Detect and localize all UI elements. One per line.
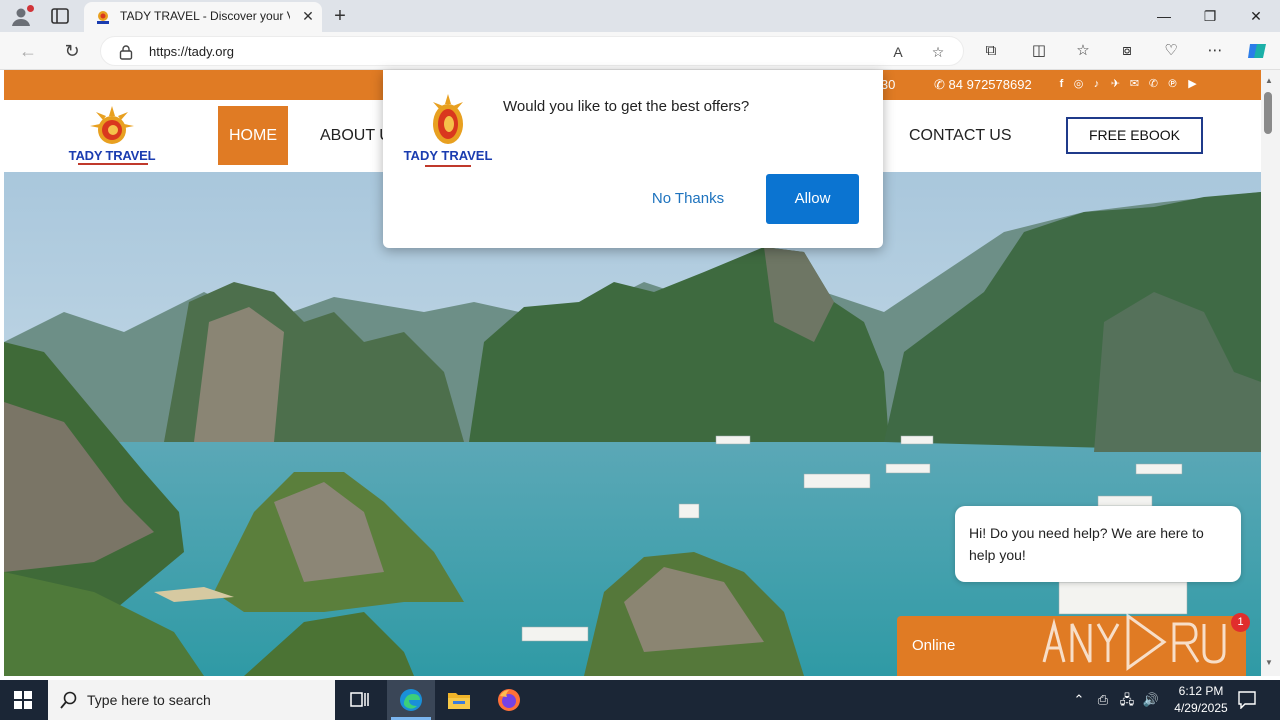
read-aloud-icon[interactable]: A [889, 43, 907, 61]
copilot-icon[interactable] [1246, 40, 1270, 62]
windows-start-icon[interactable] [14, 691, 32, 709]
sun-logo-icon [90, 106, 134, 144]
folder-icon [448, 693, 470, 709]
logo-tagline-bar [78, 163, 148, 165]
tab-title: TADY TRAVEL - Discover your Vie [120, 9, 290, 23]
tray-chevron-icon[interactable]: ⌃ [1070, 691, 1088, 709]
popup-sun-logo-icon [433, 94, 463, 144]
taskbar-search-box[interactable]: Type here to search [48, 680, 335, 720]
browser-titlebar: TADY TRAVEL - Discover your Vie ✕ + — ❐ … [0, 0, 1280, 32]
split-screen-icon[interactable]: ◫ [1029, 41, 1049, 61]
refresh-icon[interactable]: ↻ [61, 40, 83, 62]
phone-number[interactable]: ✆ 84 972578692 [934, 77, 1032, 93]
page-scrollbar[interactable]: ▲ ▼ [1261, 70, 1280, 676]
windows-taskbar: Type here to search ⌃ ⎙ 🖧 🔊 6:12 PM 4/29… [0, 680, 1280, 720]
notification-dot-icon [27, 5, 34, 12]
phone-number-text: 84 972578692 [948, 77, 1032, 92]
tab-actions-icon[interactable] [50, 7, 70, 25]
url-text[interactable]: https://tady.org [149, 44, 234, 59]
collections-icon[interactable]: ⧇ [1117, 41, 1137, 61]
clock-date[interactable]: 4/29/2025 [1166, 701, 1236, 715]
tiktok-icon[interactable]: ♪ [1090, 78, 1103, 91]
more-menu-icon[interactable]: ⋯ [1205, 41, 1225, 61]
file-explorer-app[interactable] [435, 680, 483, 720]
tray-device-icon[interactable]: ⎙ [1094, 691, 1112, 709]
favorite-star-icon[interactable]: ☆ [929, 43, 947, 61]
chat-unread-badge: 1 [1231, 613, 1250, 632]
chat-status: Online [912, 637, 956, 654]
edge-taskbar-app[interactable] [387, 680, 435, 720]
task-view-app[interactable] [336, 680, 384, 720]
restore-icon[interactable]: ❐ [1200, 6, 1220, 26]
phone-social-icon[interactable]: ✆ [1147, 78, 1160, 91]
nav-home[interactable]: HOME [218, 106, 288, 165]
lock-icon[interactable] [119, 44, 133, 60]
notification-center-icon[interactable] [1238, 691, 1256, 709]
facebook-icon[interactable]: f [1055, 78, 1068, 91]
pinterest-icon[interactable]: ℗ [1166, 78, 1179, 91]
twitter-icon[interactable]: ✈ [1109, 78, 1122, 91]
network-icon[interactable]: 🖧 [1118, 691, 1136, 709]
no-thanks-button[interactable]: No Thanks [633, 174, 743, 224]
popup-question: Would you like to get the best offers? [503, 98, 750, 115]
scroll-up-arrow-icon[interactable]: ▲ [1265, 76, 1273, 85]
edge-icon [400, 689, 422, 711]
nav-contact[interactable]: CONTACT US [898, 106, 1023, 165]
scroll-thumb[interactable] [1264, 92, 1272, 134]
popup-logo-bar [425, 165, 471, 167]
email-icon[interactable]: ✉ [1128, 78, 1141, 91]
anyrun-watermark-logo [1042, 613, 1226, 671]
popup-logo-text: TADY TRAVEL [403, 148, 493, 163]
youtube-icon[interactable]: ▶ [1186, 78, 1199, 91]
chat-greeting-bubble[interactable]: Hi! Do you need help? We are here to hel… [955, 506, 1241, 582]
site-logo[interactable]: TADY TRAVEL [60, 106, 164, 166]
browser-essentials-icon[interactable]: ♡ [1161, 41, 1181, 61]
tab-close-icon[interactable]: ✕ [300, 8, 316, 24]
scroll-down-arrow-icon[interactable]: ▼ [1265, 658, 1273, 667]
minimize-icon[interactable]: — [1154, 6, 1174, 26]
extensions-icon[interactable]: ⧉ [981, 41, 1001, 61]
clock-time[interactable]: 6:12 PM [1174, 684, 1228, 698]
free-ebook-button[interactable]: FREE EBOOK [1066, 117, 1203, 154]
popup-logo: TADY TRAVEL [403, 92, 493, 178]
favorites-icon[interactable]: ☆ [1073, 41, 1093, 61]
phone-icon: ✆ [934, 77, 945, 92]
close-window-icon[interactable]: ✕ [1246, 6, 1266, 26]
new-tab-icon[interactable]: + [330, 6, 350, 26]
address-bar[interactable]: https://tady.org A ☆ [100, 36, 964, 66]
logo-text: TADY TRAVEL [68, 148, 156, 163]
tady-favicon-icon [97, 11, 109, 24]
volume-icon[interactable]: 🔊 [1142, 691, 1160, 709]
offers-permission-popup: TADY TRAVEL Would you like to get the be… [383, 70, 883, 248]
search-icon [60, 691, 77, 709]
instagram-icon[interactable]: ◎ [1072, 78, 1085, 91]
browser-toolbar: ← ↻ https://tady.org A ☆ ⧉ ◫ ☆ ⧇ ♡ ⋯ [0, 32, 1280, 70]
back-arrow-icon[interactable]: ← [17, 40, 39, 62]
browser-tab-active[interactable]: TADY TRAVEL - Discover your Vie ✕ [84, 2, 322, 32]
firefox-app[interactable] [485, 680, 533, 720]
task-view-icon [350, 692, 369, 707]
search-placeholder: Type here to search [87, 692, 211, 708]
firefox-icon [498, 689, 520, 711]
allow-button[interactable]: Allow [766, 174, 859, 224]
